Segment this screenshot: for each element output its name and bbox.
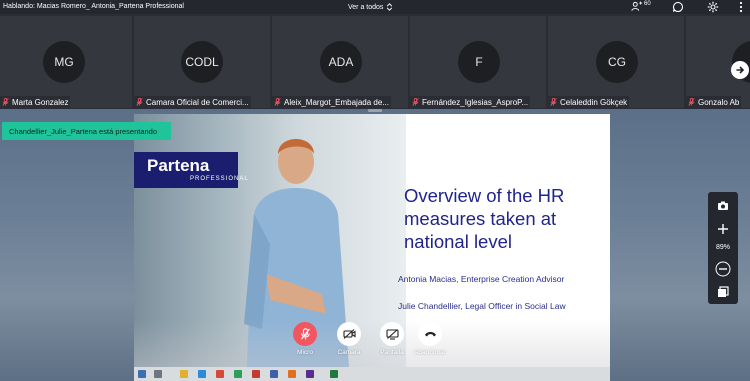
participants-icon: [631, 1, 643, 11]
fullscreen-icon: [718, 286, 729, 297]
zoom-level: 89%: [715, 244, 730, 251]
participant-name: Celaleddin Gökçek: [560, 97, 628, 107]
slide-title-line: Overview of the HR: [404, 185, 565, 206]
leave-call-icon: [424, 332, 436, 337]
camera-off-icon: [342, 329, 356, 339]
taskbar-app-icon: [270, 370, 278, 378]
resize-handle[interactable]: [368, 109, 382, 112]
zoom-panel: 89%: [708, 192, 738, 304]
shared-screen-taskbar: [134, 367, 610, 381]
mic-off-icon: [550, 98, 557, 106]
active-speaker-label: Hablando: Macias Romero_ Antonia_Partena…: [3, 3, 184, 10]
participant-name: Fernández_Iglesias_AsproP...: [422, 97, 529, 107]
mic-toggle[interactable]: Micro: [280, 322, 330, 356]
camera-button[interactable]: [337, 322, 361, 346]
taskbar-app-icon: [252, 370, 260, 378]
taskbar-app-icon: [180, 370, 188, 378]
conference-window: Hablando: Macias Romero_ Antonia_Partena…: [0, 0, 750, 381]
nameplate: Aleix_Margot_Embajada de...: [272, 96, 391, 108]
nameplate: Marta Gonzalez: [0, 96, 71, 108]
avatar: ADA: [320, 41, 362, 83]
zoom-in-icon: [718, 224, 728, 234]
fullscreen-button[interactable]: [715, 284, 731, 300]
leave-call[interactable]: Abandonar: [405, 322, 455, 356]
start-icon: [138, 370, 146, 378]
presenter-credit: Antonia Macias, Enterprise Creation Advi…: [398, 274, 565, 284]
avatar: MG: [43, 41, 85, 83]
taskbar-app-icon: [216, 370, 224, 378]
screen-share-label: Pantalla: [380, 349, 404, 356]
more-options-icon[interactable]: [735, 1, 747, 13]
participant-name: Aleix_Margot_Embajada de...: [284, 97, 389, 107]
slide-title: Overview of the HR measures taken at nat…: [404, 184, 604, 253]
mic-off-icon: [274, 98, 281, 106]
partena-logo: Partena PROFESSIONAL: [134, 152, 248, 188]
view-all-toggle[interactable]: Ver a todos: [348, 3, 393, 11]
screenshot-icon: [718, 201, 728, 210]
participant-name: Gonzalo Ab: [698, 97, 740, 107]
mic-off-icon: [300, 328, 310, 340]
participant-count: 60: [644, 1, 651, 7]
next-participants-button[interactable]: [731, 61, 749, 79]
view-all-label: Ver a todos: [348, 3, 384, 11]
taskbar-app-icon: [234, 370, 242, 378]
participant-tile[interactable]: MG Marta Gonzalez: [0, 16, 132, 108]
mic-off-icon: [2, 98, 9, 106]
taskbar-app-icon: [198, 370, 206, 378]
top-bar: Hablando: Macias Romero_ Antonia_Partena…: [0, 0, 750, 14]
chevron-updown-icon: [387, 3, 393, 11]
nameplate: Gonzalo Ab: [686, 96, 742, 108]
mic-off-icon: [412, 98, 419, 106]
slide-title-line: national level: [404, 231, 512, 252]
logo-subtitle: PROFESSIONAL: [190, 176, 249, 182]
slide-title-line: measures taken at: [404, 208, 557, 229]
avatar: CODL: [181, 41, 223, 83]
mic-label: Micro: [297, 349, 313, 356]
screenshot-button[interactable]: [715, 198, 731, 214]
participant-tile[interactable]: CG Celaleddin Gökçek: [548, 16, 684, 108]
nameplate: Camara Oficial de Comerci...: [134, 96, 251, 108]
leave-label: Abandonar: [414, 349, 446, 356]
settings-icon[interactable]: [707, 1, 719, 13]
avatar: CG: [596, 41, 638, 83]
next-arrow-icon: [736, 66, 745, 74]
screen-share-off-icon: [385, 328, 399, 340]
participant-tile[interactable]: ADA Aleix_Margot_Embajada de...: [272, 16, 408, 108]
presenting-banner: Chandellier_Julie_Partena está presentan…: [2, 122, 171, 140]
participant-name: Camara Oficial de Comerci...: [146, 97, 249, 107]
leave-button[interactable]: [418, 322, 442, 346]
camera-label: Cámara: [337, 349, 361, 356]
screen-share-button[interactable]: [380, 322, 404, 346]
participant-tile[interactable]: F Fernández_Iglesias_AsproP...: [410, 16, 546, 108]
participants-button[interactable]: 60: [631, 1, 651, 12]
mic-off-icon: [688, 98, 695, 106]
participant-strip: MG Marta Gonzalez CODL Camara Oficial de…: [0, 15, 750, 109]
participant-tile[interactable]: CODL Camara Oficial de Comerci...: [134, 16, 270, 108]
nameplate: Fernández_Iglesias_AsproP...: [410, 96, 531, 108]
zoom-in-button[interactable]: [715, 221, 731, 237]
zoom-out-icon: [715, 261, 731, 277]
nameplate: Celaleddin Gökçek: [548, 96, 630, 108]
taskbar-app-icon: [154, 370, 162, 378]
zoom-out-button[interactable]: [715, 261, 731, 277]
avatar: F: [458, 41, 500, 83]
taskbar-app-icon: [306, 370, 314, 378]
participant-name: Marta Gonzalez: [12, 97, 69, 107]
chat-icon[interactable]: [672, 1, 684, 13]
presenter-credit: Julie Chandellier, Legal Officer in Soci…: [398, 301, 566, 311]
taskbar-app-icon: [288, 370, 296, 378]
logo-brand: Partena: [147, 156, 210, 175]
taskbar-app-icon: [330, 370, 338, 378]
mic-button[interactable]: [293, 322, 317, 346]
mic-off-icon: [136, 98, 143, 106]
